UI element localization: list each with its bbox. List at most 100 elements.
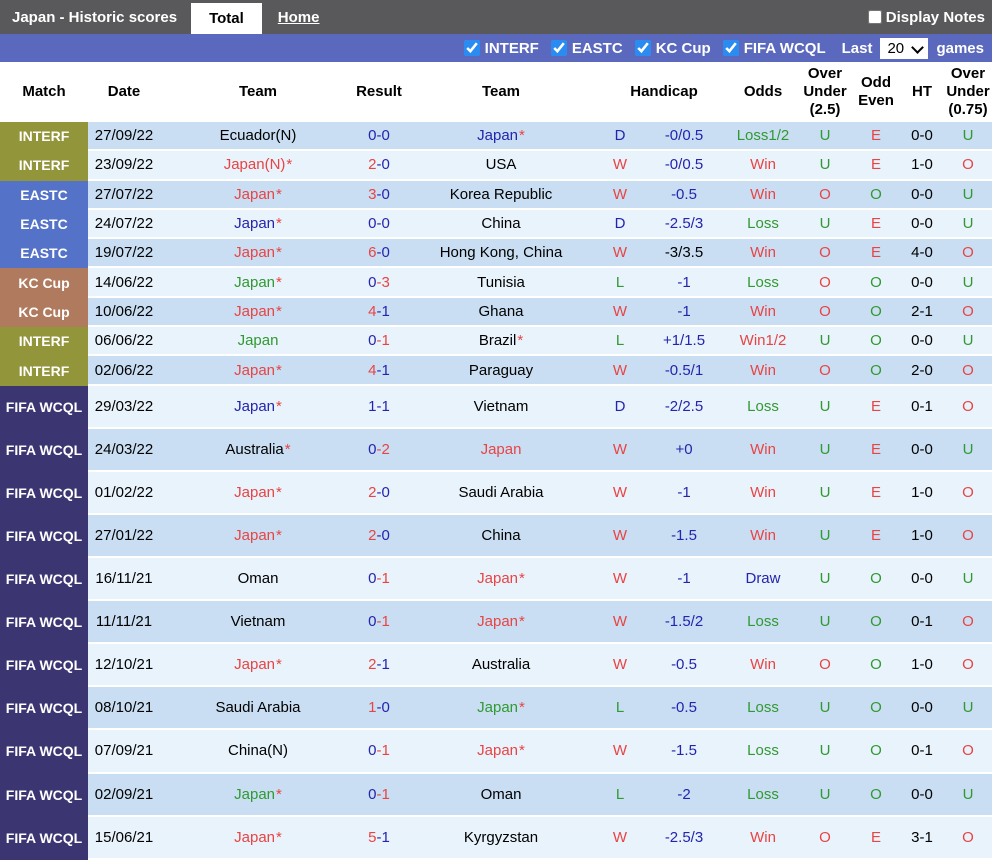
half-time-score: 1-0 <box>900 472 944 515</box>
over-under-2-5-result: U <box>798 472 852 515</box>
team-right-name: Japan <box>477 699 518 716</box>
competition-badge: KC Cup <box>0 268 88 297</box>
match-date: 02/06/22 <box>88 356 160 385</box>
filter-checkbox-interf[interactable] <box>464 40 480 56</box>
table-row: FIFA WCQL 02/09/21 Japan* 0-1 Oman L -2 … <box>0 774 992 817</box>
odd-even-result: O <box>852 327 900 356</box>
over-under-0-75-result: O <box>944 644 992 687</box>
competition-badge: FIFA WCQL <box>0 601 88 644</box>
half-time-score: 1-0 <box>900 515 944 558</box>
over-under-2-5-result: U <box>798 515 852 558</box>
competition-badge: EASTC <box>0 181 88 210</box>
home-star-marker: * <box>276 362 282 379</box>
half-time-score: 0-0 <box>900 268 944 297</box>
match-date: 19/07/22 <box>88 239 160 268</box>
over-under-0-75-result: O <box>944 472 992 515</box>
tab-home[interactable]: Home <box>262 0 336 34</box>
score-left: 6 <box>368 244 376 261</box>
home-star-marker: * <box>519 613 525 630</box>
score-left: 2 <box>368 484 376 501</box>
home-star-marker: * <box>276 398 282 415</box>
team-right-name: Japan <box>481 441 522 458</box>
filter-checkbox-eastc[interactable] <box>551 40 567 56</box>
team-left-name: Japan <box>234 303 275 320</box>
table-row: INTERF 27/09/22 Ecuador(N) 0-0 Japan* D … <box>0 122 992 151</box>
score-left: 0 <box>368 332 376 349</box>
over-under-0-75-result: O <box>944 386 992 429</box>
over-under-0-75-result: U <box>944 558 992 601</box>
over-under-0-75-result: O <box>944 515 992 558</box>
score-left: 1 <box>368 398 376 415</box>
home-star-marker: * <box>276 656 282 673</box>
over-under-2-5-result: U <box>798 122 852 151</box>
tab-total[interactable]: Total <box>191 3 262 34</box>
full-time-score: 3-0 <box>356 181 402 210</box>
win-draw-loss: L <box>600 774 640 817</box>
home-star-marker: * <box>519 742 525 759</box>
filter-checkbox-kc-cup[interactable] <box>635 40 651 56</box>
team-left-name: Japan <box>234 274 275 291</box>
over-under-2-5-result: O <box>798 181 852 210</box>
team-right-name: USA <box>486 156 517 173</box>
table-body: INTERF 27/09/22 Ecuador(N) 0-0 Japan* D … <box>0 122 992 860</box>
team-left-name: Japan <box>234 786 275 803</box>
odds-result: Win <box>728 429 798 472</box>
team-left-name: Japan <box>234 829 275 846</box>
filter-item-eastc: EASTC <box>551 40 623 57</box>
match-date: 06/06/22 <box>88 327 160 356</box>
match-date: 27/07/22 <box>88 181 160 210</box>
half-time-score: 1-0 <box>900 644 944 687</box>
odds-result: Loss <box>728 210 798 239</box>
handicap-value: -1 <box>640 472 728 515</box>
table-row: FIFA WCQL 16/11/21 Oman 0-1 Japan* W -1 … <box>0 558 992 601</box>
display-notes-label: Display Notes <box>886 9 985 26</box>
over-under-2-5-result: U <box>798 429 852 472</box>
handicap-value: -2.5/3 <box>640 817 728 860</box>
competition-badge: EASTC <box>0 239 88 268</box>
home-star-marker: * <box>285 441 291 458</box>
win-draw-loss: W <box>600 730 640 773</box>
competition-name: INTERF <box>19 157 70 174</box>
team-right: Ghana <box>402 298 600 327</box>
competition-badge: FIFA WCQL <box>0 429 88 472</box>
team-right-name: Japan <box>477 742 518 759</box>
team-left: Japan* <box>160 817 356 860</box>
competition-badge: EASTC <box>0 210 88 239</box>
over-under-2-5-result: U <box>798 327 852 356</box>
table-row: EASTC 19/07/22 Japan* 6-0 Hong Kong, Chi… <box>0 239 992 268</box>
score-right: -1 <box>377 362 390 379</box>
team-left-name: Australia <box>225 441 283 458</box>
column-header-odd-even: Odd Even <box>852 74 900 110</box>
home-star-marker: * <box>519 127 525 144</box>
competition-name: EASTC <box>20 187 67 204</box>
team-right: Japan* <box>402 730 600 773</box>
over-under-2-5-result: O <box>798 356 852 385</box>
home-star-marker: * <box>276 303 282 320</box>
games-count-select-wrap: 20 <box>880 38 928 59</box>
over-under-0-75-result: O <box>944 298 992 327</box>
competition-badge: FIFA WCQL <box>0 774 88 817</box>
competition-name: FIFA WCQL <box>6 657 82 674</box>
top-bar: Japan - Historic scores Total Home Displ… <box>0 0 992 34</box>
competition-name: EASTC <box>20 245 67 262</box>
display-notes-checkbox[interactable] <box>868 10 882 24</box>
games-count-select[interactable]: 20 <box>880 38 928 59</box>
odds-result: Loss <box>728 268 798 297</box>
team-left: Japan* <box>160 356 356 385</box>
match-date: 24/03/22 <box>88 429 160 472</box>
team-right: Saudi Arabia <box>402 472 600 515</box>
odds-result: Draw <box>728 558 798 601</box>
team-right: Japan <box>402 429 600 472</box>
score-right: -0 <box>377 215 390 232</box>
team-right-name: Japan <box>477 613 518 630</box>
filter-checkbox-fifa-wcql[interactable] <box>723 40 739 56</box>
odd-even-result: O <box>852 687 900 730</box>
half-time-score: 0-0 <box>900 181 944 210</box>
over-under-0-75-result: O <box>944 730 992 773</box>
team-right: Vietnam <box>402 386 600 429</box>
home-star-marker: * <box>276 186 282 203</box>
page-title: Japan - Historic scores <box>0 0 191 34</box>
over-under-0-75-result: U <box>944 210 992 239</box>
team-right: USA <box>402 151 600 180</box>
team-right-name: Australia <box>472 656 530 673</box>
